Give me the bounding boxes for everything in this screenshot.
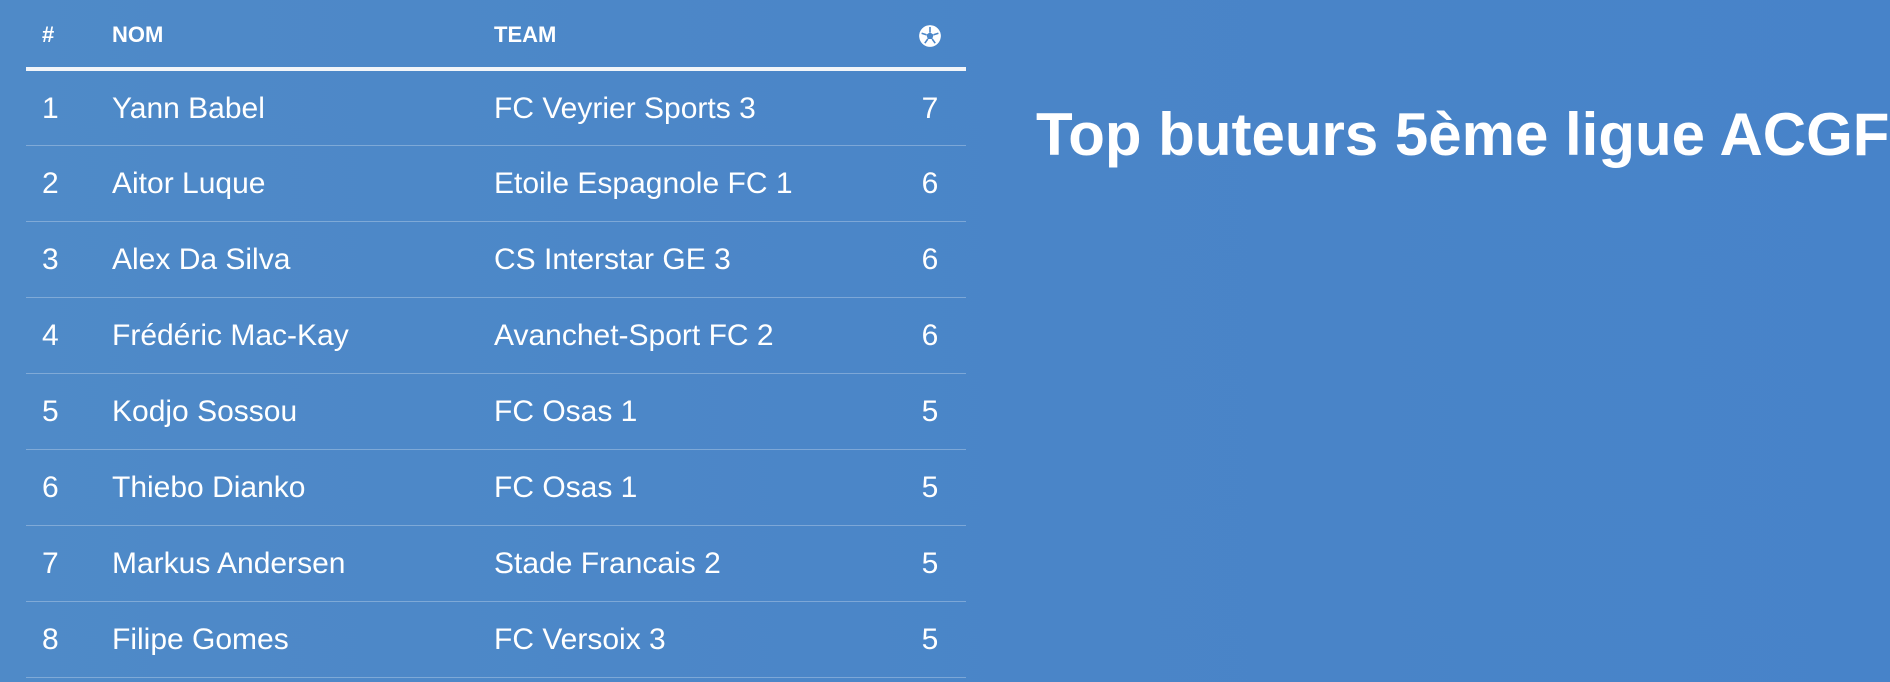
rank-cell: 3	[42, 243, 59, 276]
team-cell: FC Osas 1	[494, 471, 638, 504]
table-row: 3 Alex Da Silva CS Interstar GE 3 6	[26, 221, 966, 297]
header-row: # NOM TEAM	[26, 0, 966, 71]
rank-cell: 8	[42, 623, 59, 656]
team-cell: FC Veyrier Sports 3	[494, 91, 756, 125]
goals-column-header	[894, 0, 966, 71]
rank-cell: 5	[42, 395, 59, 428]
rank-cell: 2	[42, 167, 59, 200]
player-name-cell: Markus Andersen	[112, 547, 346, 580]
goals-cell: 5	[921, 623, 939, 656]
rank-cell: 4	[42, 319, 59, 352]
table-row: 4 Frédéric Mac-Kay Avanchet-Sport FC 2 6	[26, 297, 966, 373]
team-cell: FC Osas 1	[494, 395, 638, 428]
goals-cell: 7	[921, 91, 939, 125]
goals-cell: 6	[921, 243, 939, 276]
team-cell: FC Versoix 3	[494, 623, 666, 656]
player-name-cell: Alex Da Silva	[112, 243, 291, 276]
soccer-ball-icon	[919, 24, 941, 47]
team-cell: CS Interstar GE 3	[494, 243, 731, 276]
player-name-cell: Frédéric Mac-Kay	[112, 319, 349, 352]
page-title: Top buteurs 5ème ligue ACGF	[1036, 101, 1890, 168]
table-body: 1 Yann Babel FC Veyrier Sports 3 7 2 Ait…	[26, 69, 966, 677]
table-row: 6 Thiebo Dianko FC Osas 1 5	[26, 449, 966, 525]
goals-cell: 5	[921, 547, 939, 580]
table-row: 2 Aitor Luque Etoile Espagnole FC 1 6	[26, 145, 966, 221]
goals-cell: 5	[921, 395, 939, 428]
team-cell: Stade Francais 2	[494, 547, 721, 580]
team-column-header: TEAM	[494, 0, 894, 71]
table-row: 1 Yann Babel FC Veyrier Sports 3 7	[26, 69, 966, 145]
player-name-cell: Aitor Luque	[112, 167, 266, 200]
goals-cell: 6	[921, 167, 939, 200]
rank-cell: 7	[42, 547, 59, 580]
table-row: 5 Kodjo Sossou FC Osas 1 5	[26, 373, 966, 449]
player-name-cell: Yann Babel	[112, 91, 265, 125]
team-cell: Etoile Espagnole FC 1	[494, 167, 793, 200]
table-header: # NOM TEAM	[26, 0, 966, 71]
player-name-cell: Filipe Gomes	[112, 623, 289, 656]
rank-column-header: #	[26, 0, 112, 71]
rank-cell: 1	[42, 91, 59, 125]
team-cell: Avanchet-Sport FC 2	[494, 319, 774, 352]
name-column-header: NOM	[112, 0, 494, 71]
goals-cell: 5	[921, 471, 939, 504]
top-scorers-table: # NOM TEAM 1 Yann Babel FC Veyrier Sport…	[26, 0, 966, 678]
rank-cell: 6	[42, 471, 59, 504]
player-name-cell: Thiebo Dianko	[112, 471, 306, 504]
player-name-cell: Kodjo Sossou	[112, 395, 298, 428]
table-row: 7 Markus Andersen Stade Francais 2 5	[26, 525, 966, 601]
goals-cell: 6	[921, 319, 939, 352]
table-row: 8 Filipe Gomes FC Versoix 3 5	[26, 601, 966, 677]
